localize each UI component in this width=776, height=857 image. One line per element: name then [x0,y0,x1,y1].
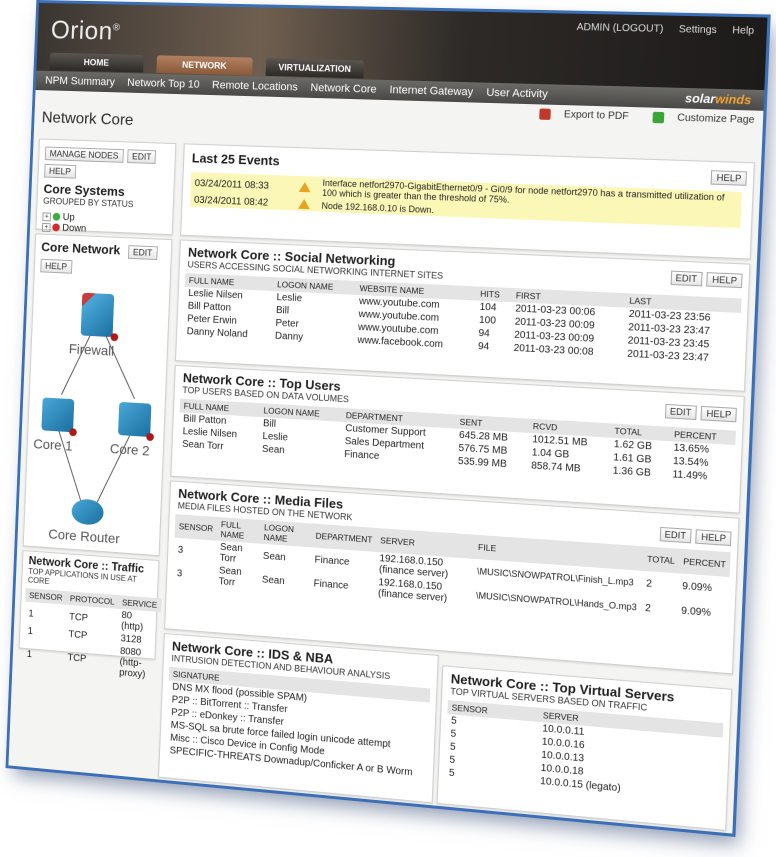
status-down-label: Down [62,222,87,235]
media-edit-button[interactable]: EDIT [659,526,692,544]
subnav-remote-locations[interactable]: Remote Locations [212,79,298,93]
subnav-user-activity[interactable]: User Activity [486,87,548,101]
help-link[interactable]: Help [732,25,754,37]
event-time: 03/24/2011 08:42 [193,194,269,209]
table-cell: 94 [477,341,490,353]
table-cell: 1.36 GB [612,465,652,480]
down-status-icon [52,223,60,232]
subnav-network-core[interactable]: Network Core [310,82,377,96]
table-cell: 1 [28,608,34,620]
core-systems-panel: MANAGE NODES EDIT HELP Core Systems GROU… [35,138,177,236]
social-help-button[interactable]: HELP [706,272,743,289]
settings-link[interactable]: Settings [679,24,717,36]
traffic-table: SENSOR PROTOCOL SERVICE 1 TCP 80 (http) 1 TCP… [22,588,162,682]
pdf-icon [539,108,551,120]
subnav-npm-summary[interactable]: NPM Summary [45,75,115,89]
top-virtual-servers-panel: Network Core :: Top Virtual Servers TOP … [436,665,733,831]
manage-nodes-button[interactable]: MANAGE NODES [44,146,124,163]
column-header: SENSOR [174,514,218,541]
firewall-label: Firewall [68,340,115,359]
core2-switch-icon[interactable] [117,401,152,437]
export-pdf-label: Export to PDF [563,109,629,123]
ids-nba-panel: Network Core :: IDS & NBA INTRUSION DETE… [158,632,439,804]
top-links: ADMIN (LOGOUT) Settings Help [564,22,754,37]
core1-label: Core 1 [33,435,73,454]
page-title: Network Core [41,109,134,129]
top-users-help-button[interactable]: HELP [700,405,737,423]
table-cell: 11.49% [672,469,708,483]
core-network-title: Core Network [41,239,121,258]
table-cell: 8080 (http-proxy) [118,646,146,681]
customize-page-label: Customize Page [677,112,755,127]
warning-icon [297,199,311,210]
orion-window: Orion® ADMIN (LOGOUT) Settings Help HOME… [8,2,768,834]
tab-network[interactable]: NETWORK [156,55,253,76]
orion-logo: Orion® [50,14,121,46]
export-pdf-button[interactable]: Export to PDF [529,108,629,122]
top-users-edit-button[interactable]: EDIT [664,403,697,421]
up-status-icon [52,213,61,222]
table-cell: Sean [261,574,285,587]
core2-label: Core 2 [109,440,150,459]
media-help-button[interactable]: HELP [695,529,732,547]
page-actions: Export to PDF Customize Page [519,108,755,126]
expand-icon[interactable]: + [42,212,52,222]
column-header: PERCENT [678,548,731,577]
expand-icon[interactable]: + [41,222,51,232]
table-cell: 2 [645,577,653,590]
core1-switch-icon[interactable] [41,397,75,433]
tab-home[interactable]: HOME [49,52,144,73]
table-cell: 9.09% [680,604,712,619]
subnav-internet-gateway[interactable]: Internet Gateway [389,84,473,98]
events-title: Last 25 Events [191,150,280,169]
table-cell: 3 [176,567,183,579]
core-network-edit-button[interactable]: EDIT [127,245,158,261]
table-cell: 1 [26,649,33,661]
table-cell: Danny [274,330,304,344]
table-cell: Finance [313,577,349,592]
table-cell: TCP [67,652,87,665]
events-help-button[interactable]: HELP [711,170,748,186]
table-cell: 2 [644,602,652,614]
table-cell: 9.09% [681,580,713,594]
column-header: TOTAL [642,546,680,574]
admin-logout-link[interactable]: ADMIN (LOGOUT) [576,22,663,35]
subnav-network-top-10[interactable]: Network Top 10 [127,77,200,91]
core-systems-help-button[interactable]: HELP [44,163,76,179]
table-cell: Sean Torr [219,541,243,565]
status-up-label: Up [62,212,75,224]
core-network-panel: Core Network EDIT HELP Firewall Core 1 C… [22,233,173,557]
column-header: LOGON NAME [259,519,313,548]
table-cell: Sean Torr [218,565,242,589]
events-panel: Last 25 Events HELP 03/24/2011 08:33 Inte… [180,143,755,260]
warning-icon [298,181,311,193]
social-edit-button[interactable]: EDIT [670,270,703,287]
table-cell: 80 (http) [120,610,144,634]
customize-icon [652,111,664,124]
column-header: FULL NAME [216,517,261,544]
firewall-icon[interactable] [80,292,115,338]
tab-virtualization[interactable]: VIRTUALIZATION [265,57,365,79]
traffic-panel: Network Core :: Traffic TOP APPLICATIONS… [18,550,162,680]
core-systems-edit-button[interactable]: EDIT [127,149,157,164]
table-cell: 3 [177,544,184,556]
solarwinds-logo: solarwinds [684,91,752,108]
customize-page-button[interactable]: Customize Page [642,111,755,127]
